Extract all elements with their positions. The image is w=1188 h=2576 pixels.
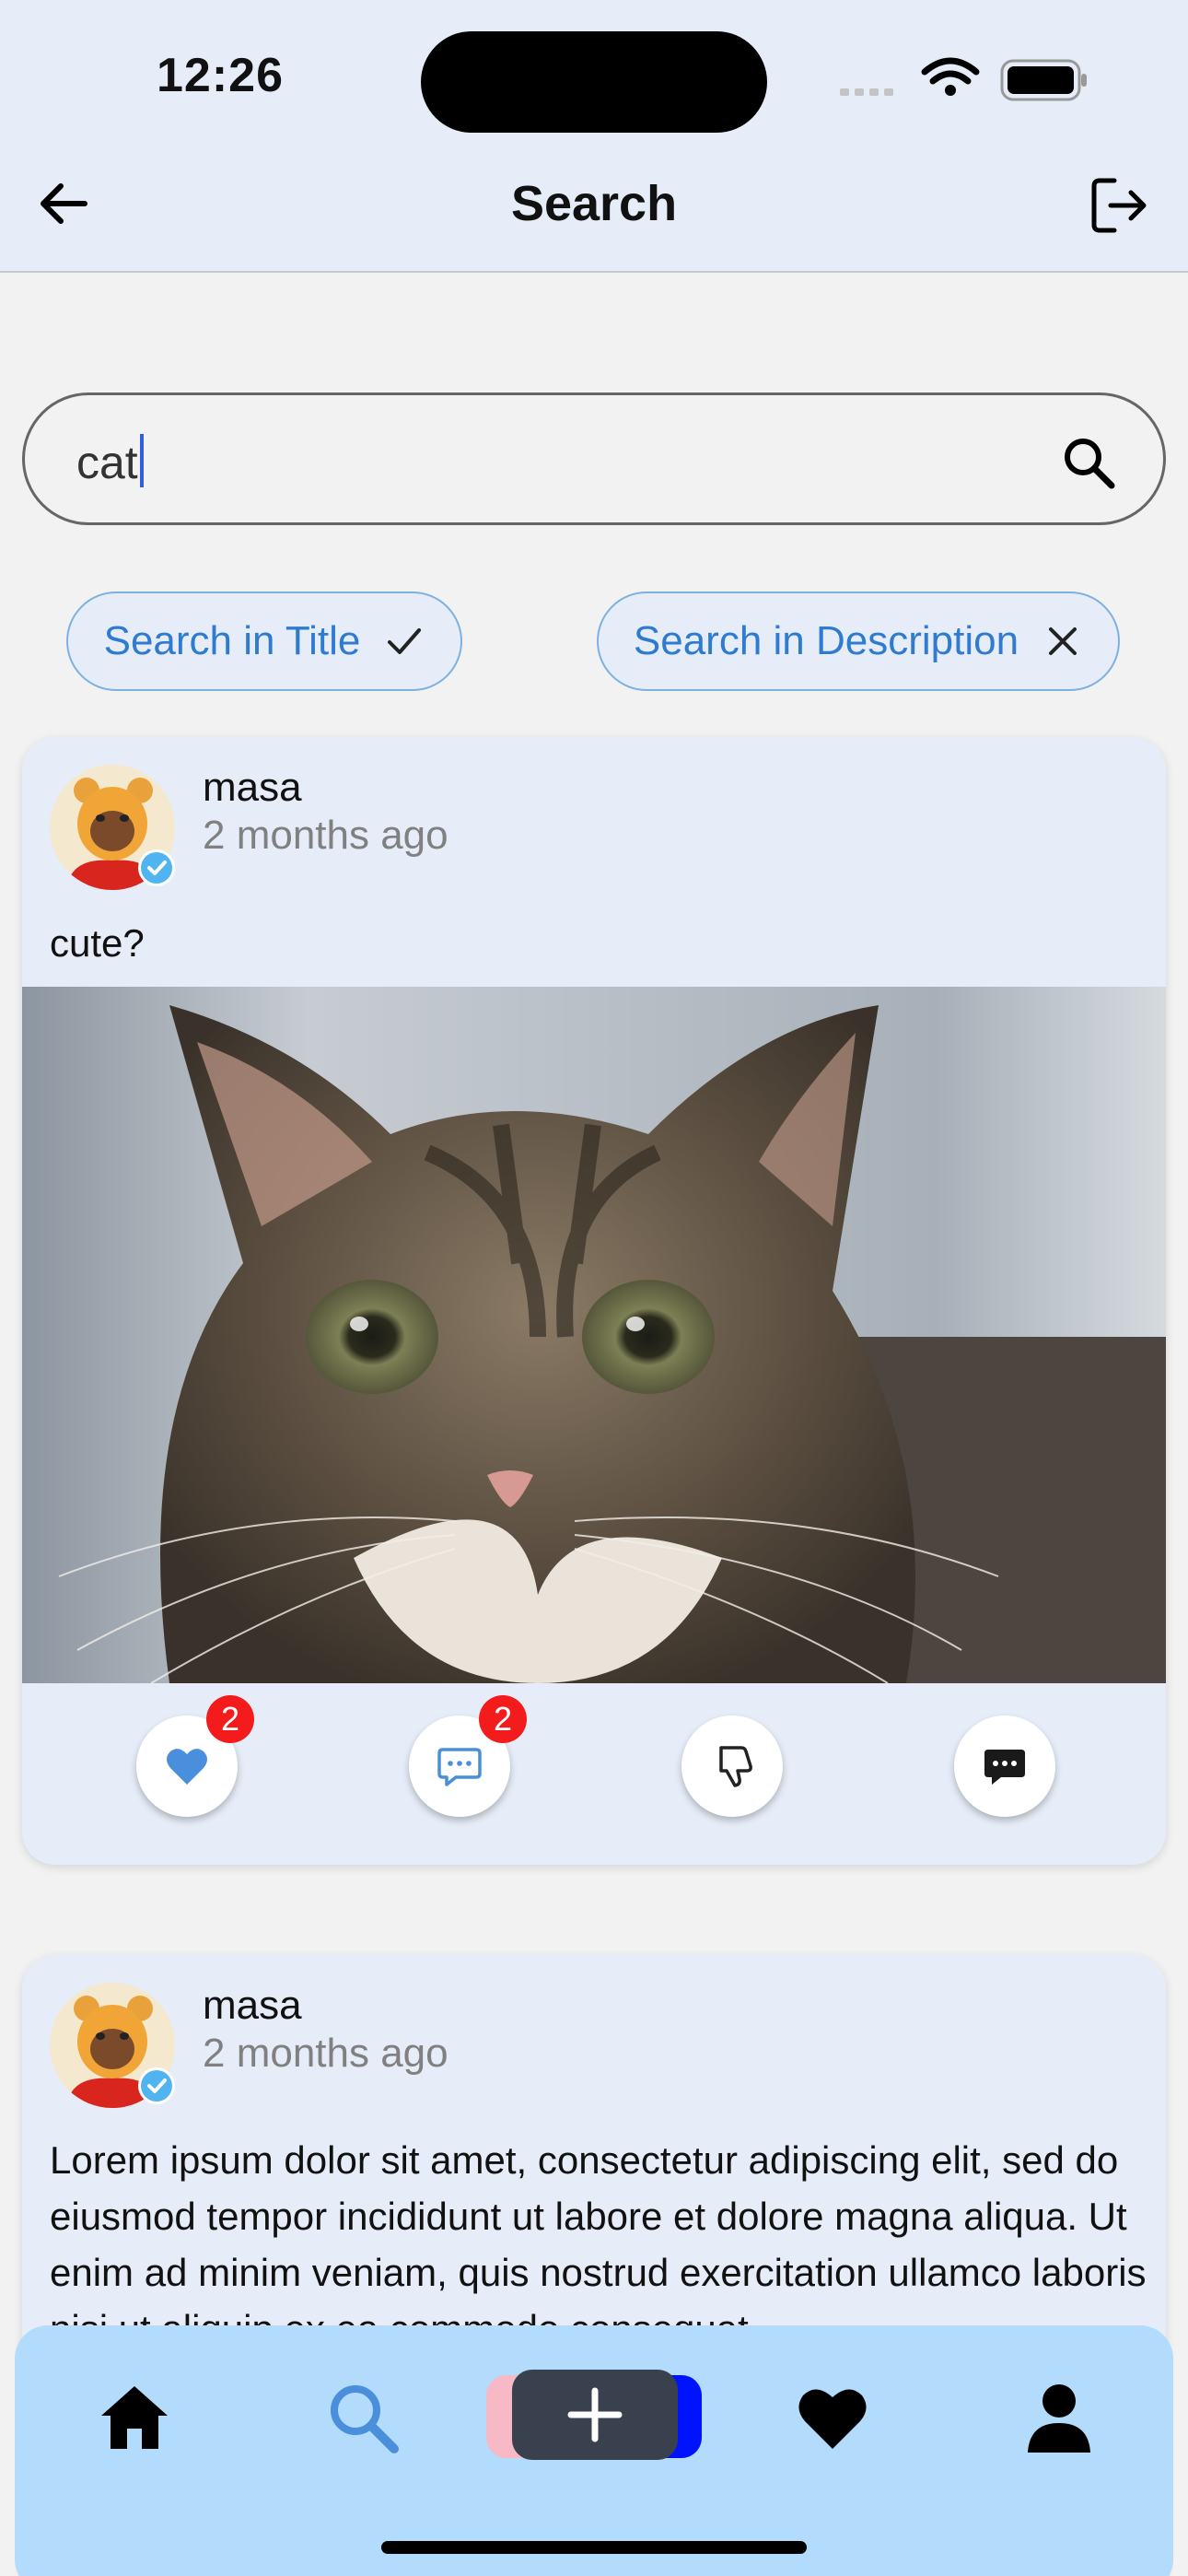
chat-icon	[984, 1750, 1025, 1785]
add-post-button[interactable]	[512, 2370, 678, 2460]
filter-chip-title[interactable]: Search in Title	[66, 591, 462, 691]
logout-icon[interactable]	[1087, 173, 1151, 238]
author-name[interactable]: masa	[203, 1983, 302, 2029]
tab-search[interactable]	[324, 2379, 402, 2456]
post-time: 2 months ago	[203, 813, 448, 858]
filter-chip-description[interactable]: Search in Description	[597, 591, 1120, 691]
comment-bubble-icon	[437, 1748, 482, 1786]
bottom-tab-bar	[15, 2325, 1173, 2576]
status-time: 12:26	[157, 49, 284, 102]
home-icon	[101, 2386, 168, 2449]
author-name[interactable]: masa	[203, 765, 302, 811]
avatar[interactable]	[50, 1983, 175, 2108]
heart-icon	[167, 1749, 207, 1785]
add-post[interactable]	[486, 2370, 702, 2462]
profile-icon	[1028, 2384, 1090, 2453]
tab-profile[interactable]	[1020, 2379, 1098, 2456]
comments-button[interactable]: 2	[409, 1695, 527, 1817]
heart-icon	[798, 2389, 867, 2449]
search-icon[interactable]	[1060, 434, 1117, 491]
text-cursor	[139, 434, 144, 487]
thumbs-down-icon	[719, 1746, 752, 1787]
dislike-button[interactable]	[681, 1715, 783, 1817]
post-card[interactable]: masa 2 months ago cute? 2 2	[22, 737, 1166, 1865]
tab-favorites[interactable]	[794, 2379, 871, 2456]
like-count-badge: 2	[206, 1695, 254, 1743]
search-input-value: cat	[76, 434, 144, 489]
close-icon	[1049, 627, 1077, 655]
verified-badge-icon	[138, 849, 175, 886]
dynamic-island	[421, 31, 767, 133]
search-input[interactable]: cat	[22, 392, 1166, 525]
avatar[interactable]	[50, 765, 175, 890]
check-icon	[388, 628, 422, 654]
status-icons	[840, 57, 1087, 101]
search-icon	[331, 2385, 399, 2453]
post-title: cute?	[50, 921, 145, 965]
tab-home[interactable]	[96, 2379, 173, 2456]
verified-badge-icon	[138, 2067, 175, 2104]
kitten-photo[interactable]	[22, 987, 1166, 1683]
wifi-icon	[921, 57, 980, 85]
filter-chip-label: Search in Description	[633, 618, 1019, 663]
home-indicator	[381, 2541, 807, 2554]
battery-icon	[1000, 59, 1087, 101]
like-button[interactable]: 2	[136, 1695, 254, 1817]
post-body: Lorem ipsum dolor sit amet, consectetur …	[50, 2138, 1147, 2350]
signal-icon	[840, 88, 893, 96]
message-button[interactable]	[954, 1715, 1055, 1817]
filter-chip-label: Search in Title	[103, 618, 361, 663]
comment-count-badge: 2	[479, 1695, 527, 1743]
page-title: Search	[510, 176, 678, 231]
post-time: 2 months ago	[203, 2031, 448, 2076]
top-bar: 12:26 Search	[0, 0, 1188, 273]
plus-icon	[567, 2387, 623, 2442]
